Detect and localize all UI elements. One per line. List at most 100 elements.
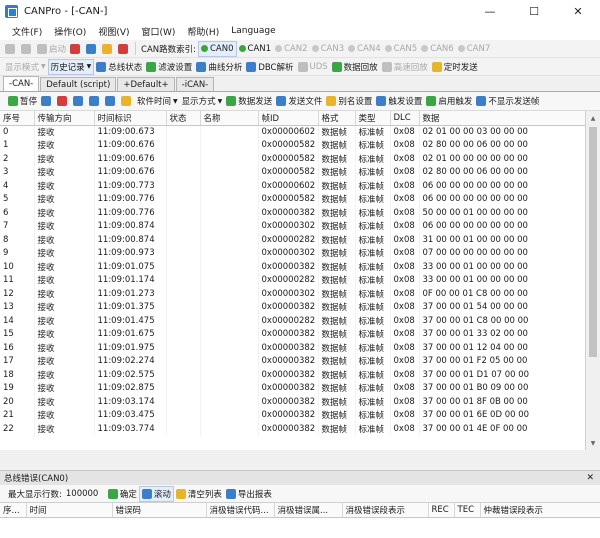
table-row[interactable]: 8 接收 11:09:00.874 0x00000282 数据帧 标准帧 0x08 31 00… — [0, 233, 585, 247]
tab-can[interactable]: -CAN- — [3, 76, 40, 91]
filter-button[interactable]: 滤波设置 — [144, 59, 194, 75]
err-col-passive-code[interactable]: 消极错误代码... — [206, 503, 275, 518]
save-button[interactable] — [19, 41, 35, 57]
menu-help[interactable]: 帮助(H) — [181, 25, 225, 38]
table-row[interactable]: 11 接收 11:09:01.174 0x00000282 数据帧 标准帧 0x08 33 0… — [0, 273, 585, 287]
export-button[interactable] — [103, 93, 119, 109]
menu-view[interactable]: 视图(V) — [92, 25, 135, 38]
menu-operate[interactable]: 操作(O) — [48, 25, 92, 38]
table-row[interactable]: 22 接收 11:09:03.774 0x00000382 数据帧 标准帧 0x08 37 0… — [0, 422, 585, 436]
close-button[interactable]: ✕ — [556, 0, 600, 22]
channel-can0[interactable]: CAN0 — [198, 40, 237, 57]
pause-button[interactable]: 暂停 — [6, 93, 39, 109]
table-row[interactable]: 19 接收 11:09:02.875 0x00000382 数据帧 标准帧 0x08 37 0… — [0, 381, 585, 395]
enable-trigger-button[interactable]: 启用触发 — [424, 93, 474, 109]
table-row[interactable]: 4 接收 11:09:00.773 0x00000602 数据帧 标准帧 0x08 06 00… — [0, 179, 585, 193]
max-rows-input[interactable]: 100000 — [66, 487, 102, 500]
record-button[interactable] — [55, 93, 71, 109]
scroll-down-icon[interactable]: ▼ — [586, 436, 600, 450]
channel-can2[interactable]: CAN2 — [273, 41, 310, 57]
err-col-code[interactable]: 错误码 — [112, 503, 207, 518]
err-col-passive-attr[interactable]: 消极错误属... — [274, 503, 343, 518]
confirm-button[interactable]: 确定 — [106, 486, 139, 502]
table-row[interactable]: 6 接收 11:09:00.776 0x00000382 数据帧 标准帧 0x08 50 00… — [0, 206, 585, 220]
history-button[interactable]: 历史记录 ▼ — [47, 58, 95, 75]
table-row[interactable]: 14 接收 11:09:01.475 0x00000282 数据帧 标准帧 0x08 37 0… — [0, 314, 585, 328]
info-button[interactable] — [116, 41, 132, 57]
col-time[interactable]: 时间标识 — [94, 111, 167, 126]
err-col-index[interactable]: 序... — [0, 503, 27, 518]
err-col-arbitration[interactable]: 仲裁错误段表示 — [480, 503, 600, 518]
col-status[interactable]: 状态 — [166, 111, 201, 126]
stop-button[interactable] — [68, 41, 84, 57]
dbc-button[interactable]: DBC解析 — [244, 59, 295, 75]
software-time-button[interactable]: 软件时间 ▼ — [135, 93, 180, 109]
col-name[interactable]: 名称 — [200, 111, 259, 126]
col-index[interactable]: 序号 — [0, 111, 35, 126]
clear-list-button[interactable]: 清空列表 — [174, 486, 224, 502]
err-col-rec[interactable]: REC — [428, 503, 455, 518]
tab-default-script[interactable]: Default (script) — [40, 77, 117, 91]
col-format[interactable]: 格式 — [318, 111, 356, 126]
copy-button[interactable] — [71, 93, 87, 109]
display-style-button[interactable]: 显示方式 ▼ — [180, 93, 225, 109]
table-row[interactable]: 0 接收 11:09:00.673 0x00000602 数据帧 标准帧 0x08 02 01… — [0, 125, 585, 139]
err-col-tec[interactable]: TEC — [454, 503, 481, 518]
err-col-passive-segment[interactable]: 消极错误段表示 — [342, 503, 429, 518]
table-row[interactable]: 18 接收 11:09:02.575 0x00000382 数据帧 标准帧 0x08 37 0… — [0, 368, 585, 382]
channel-can1[interactable]: CAN1 — [237, 41, 274, 57]
clear-button[interactable] — [39, 93, 55, 109]
table-row[interactable]: 15 接收 11:09:01.675 0x00000382 数据帧 标准帧 0x08 37 0… — [0, 327, 585, 341]
channel-can3[interactable]: CAN3 — [310, 41, 347, 57]
grid-scrollbar[interactable]: ▲ ▼ — [586, 111, 600, 450]
table-row[interactable]: 2 接收 11:09:00.676 0x00000582 数据帧 标准帧 0x08 02 01… — [0, 152, 585, 166]
tab-default[interactable]: +Default+ — [117, 77, 175, 91]
table-row[interactable]: 21 接收 11:09:03.475 0x00000382 数据帧 标准帧 0x08 37 0… — [0, 408, 585, 422]
scroll-thumb[interactable] — [589, 127, 597, 357]
scroll-toggle-button[interactable]: 滚动 — [138, 485, 174, 502]
col-data[interactable]: 数据 — [419, 111, 585, 126]
table-row[interactable]: 10 接收 11:09:01.075 0x00000382 数据帧 标准帧 0x08 33 0… — [0, 260, 585, 274]
send-file-button[interactable]: 发送文件 — [274, 93, 324, 109]
scroll-up-icon[interactable]: ▲ — [586, 111, 600, 125]
col-direction[interactable]: 传输方向 — [34, 111, 95, 126]
table-row[interactable]: 5 接收 11:09:00.776 0x00000582 数据帧 标准帧 0x08 06 00… — [0, 192, 585, 206]
menu-window[interactable]: 窗口(W) — [136, 25, 182, 38]
table-row[interactable]: 13 接收 11:09:01.375 0x00000382 数据帧 标准帧 0x08 37 0… — [0, 300, 585, 314]
data-send-button[interactable]: 数据发送 — [224, 93, 274, 109]
hide-sent-button[interactable]: 不显示发送帧 — [474, 93, 541, 109]
save-log-button[interactable] — [87, 93, 103, 109]
trigger-button[interactable]: 触发设置 — [374, 93, 424, 109]
channel-can6[interactable]: CAN6 — [419, 41, 456, 57]
col-dlc[interactable]: DLC — [390, 111, 420, 126]
minimize-button[interactable]: — — [468, 0, 512, 22]
table-row[interactable]: 1 接收 11:09:00.676 0x00000582 数据帧 标准帧 0x08 02 80… — [0, 138, 585, 152]
col-type[interactable]: 类型 — [355, 111, 391, 126]
error-grid[interactable]: 序... 时间 错误码 消极错误代码... 消极错误属... 消极错误段表示 R… — [0, 502, 600, 538]
open-button[interactable] — [3, 41, 19, 57]
export-report-button[interactable]: 导出报表 — [224, 486, 274, 502]
maximize-button[interactable]: ☐ — [512, 0, 556, 22]
table-row[interactable]: 17 接收 11:09:02.274 0x00000382 数据帧 标准帧 0x08 37 0… — [0, 354, 585, 368]
reset-button[interactable] — [84, 41, 100, 57]
table-row[interactable]: 16 接收 11:09:01.975 0x00000382 数据帧 标准帧 0x08 37 0… — [0, 341, 585, 355]
tab-ican[interactable]: -iCAN- — [175, 77, 215, 91]
table-row[interactable]: 12 接收 11:09:01.273 0x00000302 数据帧 标准帧 0x08 0F 0… — [0, 287, 585, 301]
timed-send-button[interactable]: 定时发送 — [430, 59, 480, 75]
table-row[interactable]: 3 接收 11:09:00.676 0x00000582 数据帧 标准帧 0x08 02 80… — [0, 165, 585, 179]
settings-button[interactable] — [119, 93, 135, 109]
data-playback-button[interactable]: 数据回放 — [330, 59, 380, 75]
table-row[interactable]: 7 接收 11:09:00.874 0x00000302 数据帧 标准帧 0x08 06 00… — [0, 219, 585, 233]
col-frame-id[interactable]: 帧ID — [258, 111, 319, 126]
uds-button[interactable]: UDS — [296, 59, 330, 75]
curve-button[interactable]: 曲线分析 — [194, 59, 244, 75]
channel-can4[interactable]: CAN4 — [346, 41, 383, 57]
high-speed-playback-button[interactable]: 高速回放 — [380, 59, 430, 75]
menu-file[interactable]: 文件(F) — [6, 25, 48, 38]
display-mode-button[interactable]: 显示模式 ▼ — [3, 59, 48, 75]
error-panel-close-button[interactable]: ✕ — [586, 473, 594, 483]
table-row[interactable]: 9 接收 11:09:00.973 0x00000302 数据帧 标准帧 0x08 07 00… — [0, 246, 585, 260]
bus-status-button[interactable]: 总线状态 — [94, 59, 144, 75]
start-button[interactable]: 启动 — [35, 41, 68, 57]
channel-can7[interactable]: CAN7 — [456, 41, 493, 57]
